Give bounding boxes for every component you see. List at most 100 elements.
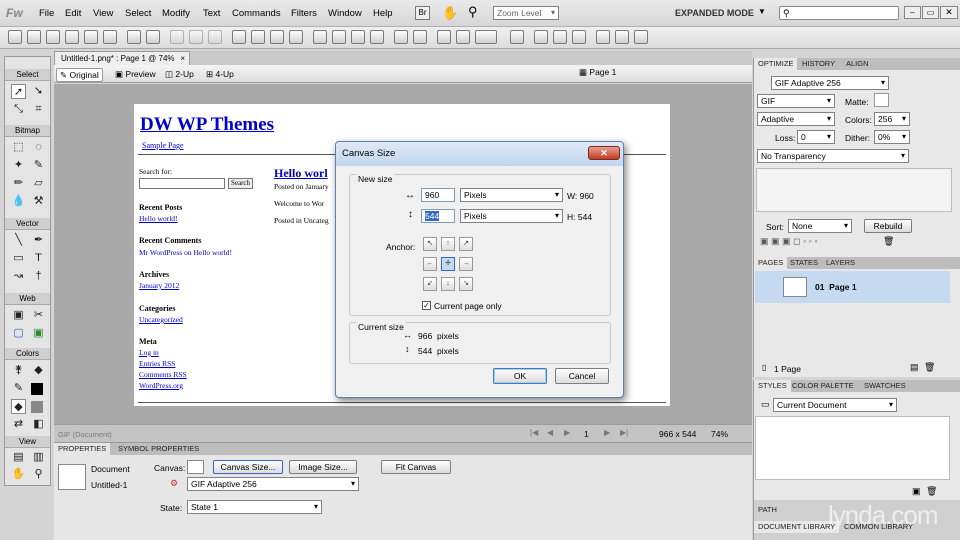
cut-icon[interactable]: [170, 30, 184, 44]
flip-vertical-icon[interactable]: [553, 30, 567, 44]
color-edit-icons[interactable]: ▣ ▣ ▣ ◻ ◦ ◦ ◦: [760, 236, 818, 247]
height-unit-select[interactable]: Pixels: [460, 209, 563, 223]
hand-tool-icon[interactable]: ✋: [11, 467, 26, 482]
rebuild-button[interactable]: Rebuild: [864, 219, 912, 233]
skew-icon[interactable]: [596, 30, 610, 44]
new-file-icon[interactable]: [8, 30, 22, 44]
tab-layers[interactable]: LAYERS: [822, 257, 859, 269]
lasso-icon[interactable]: ◌: [31, 140, 46, 155]
tab-states[interactable]: STATES: [786, 257, 822, 269]
menu-filters[interactable]: Filters: [291, 8, 317, 19]
eraser-icon[interactable]: ▱: [31, 176, 46, 191]
loss-input[interactable]: 0: [797, 130, 835, 144]
distort-icon[interactable]: [615, 30, 629, 44]
close-icon[interactable]: ×: [180, 52, 185, 65]
bridge-icon[interactable]: Br: [415, 6, 430, 20]
colors-select[interactable]: 256: [874, 112, 910, 126]
menu-window[interactable]: Window: [328, 8, 362, 19]
maximize-button[interactable]: ▭: [922, 6, 939, 19]
hotspot-icon[interactable]: ▣: [11, 308, 26, 323]
undo-icon[interactable]: [127, 30, 141, 44]
scale-tool-icon[interactable]: ⤡: [11, 102, 26, 117]
subselect-icon[interactable]: ➘: [31, 84, 46, 99]
fit-canvas-button[interactable]: Fit Canvas: [381, 460, 451, 474]
pointer-icon[interactable]: ➚: [11, 84, 26, 99]
line-icon[interactable]: ╲: [11, 233, 26, 248]
save-icon[interactable]: [27, 30, 41, 44]
search-input[interactable]: ⚲: [779, 6, 899, 20]
split-icon[interactable]: [289, 30, 303, 44]
copy-icon[interactable]: [189, 30, 203, 44]
anchor-center[interactable]: ✛: [441, 257, 455, 271]
send-back-icon[interactable]: [370, 30, 384, 44]
hand-icon[interactable]: ✋: [442, 5, 458, 21]
dialog-close-button[interactable]: ✕: [588, 146, 620, 160]
tab-optimize[interactable]: OPTIMIZE: [754, 58, 798, 70]
rotate-left-icon[interactable]: [437, 30, 451, 44]
zoom-tool-icon[interactable]: ⚲: [31, 467, 46, 482]
tab-align[interactable]: ALIGN: [842, 58, 873, 70]
paint-bucket-icon[interactable]: ◆: [31, 363, 46, 378]
brush-icon[interactable]: ✎: [31, 158, 46, 173]
workspace-mode[interactable]: EXPANDED MODE: [675, 8, 754, 18]
group-icon[interactable]: [232, 30, 246, 44]
ok-button[interactable]: OK: [493, 368, 547, 384]
state-select[interactable]: State 1: [187, 500, 322, 514]
cancel-button[interactable]: Cancel: [555, 368, 609, 384]
menu-modify[interactable]: Modify: [162, 8, 190, 19]
menu-commands[interactable]: Commands: [232, 8, 281, 19]
menu-file[interactable]: File: [39, 8, 54, 19]
standard-screen-icon[interactable]: ▤: [11, 450, 26, 465]
styles-library-select[interactable]: Current Document: [773, 398, 897, 412]
bring-forward-icon[interactable]: [332, 30, 346, 44]
sort-select[interactable]: None: [788, 219, 852, 233]
anchor-bottom-left[interactable]: ↙: [423, 277, 437, 291]
marquee-icon[interactable]: ⬚: [11, 140, 26, 155]
hide-slices-icon[interactable]: ▢: [11, 326, 26, 341]
export-icon[interactable]: [84, 30, 98, 44]
delete-page-icon[interactable]: 🗑: [924, 362, 935, 373]
blur-icon[interactable]: 💧: [11, 194, 26, 209]
width-unit-select[interactable]: Pixels: [460, 188, 563, 202]
height-input[interactable]: 544: [421, 209, 455, 223]
export-format-select[interactable]: GIF: [757, 94, 835, 108]
width-input[interactable]: 960: [421, 188, 455, 202]
optimize-preset-select[interactable]: GIF Adaptive 256: [187, 477, 359, 491]
new-style-icon[interactable]: ▣: [912, 486, 921, 497]
stroke-color-icon[interactable]: ✎: [11, 381, 26, 396]
paste-icon[interactable]: [208, 30, 222, 44]
canvas-color-swatch[interactable]: [187, 460, 204, 474]
align-left-icon[interactable]: [394, 30, 408, 44]
new-page-icon[interactable]: ▤: [910, 362, 919, 373]
pencil-icon[interactable]: ✏: [11, 176, 26, 191]
eyedropper-icon[interactable]: ⚵: [11, 363, 26, 378]
zoom-readout[interactable]: 74%: [711, 429, 728, 439]
pen-icon[interactable]: ✒: [31, 233, 46, 248]
ungroup-icon[interactable]: [251, 30, 265, 44]
distribute-icon[interactable]: [510, 30, 524, 44]
document-tab[interactable]: Untitled-1.png* : Page 1 @ 74% ×: [54, 51, 190, 65]
prev-frame-icon[interactable]: ◀: [547, 428, 553, 437]
tab-path[interactable]: PATH: [754, 504, 781, 516]
tab-color-palette[interactable]: COLOR PALETTE: [788, 380, 858, 392]
canvas-size-button[interactable]: Canvas Size...: [213, 460, 283, 474]
rectangle-icon[interactable]: ▭: [11, 251, 26, 266]
anchor-top-center[interactable]: ↑: [441, 237, 455, 251]
send-backward-icon[interactable]: [351, 30, 365, 44]
knife-icon[interactable]: †: [31, 269, 46, 284]
text-tool-icon[interactable]: T: [31, 251, 46, 266]
tab-pages[interactable]: PAGES: [754, 257, 788, 269]
bring-front-icon[interactable]: [313, 30, 327, 44]
tab-2up[interactable]: ◫ 2-Up: [162, 68, 197, 80]
first-frame-icon[interactable]: |◀: [530, 428, 538, 437]
join-icon[interactable]: [270, 30, 284, 44]
tab-original[interactable]: ✎ Original: [56, 68, 103, 82]
anchor-top-left[interactable]: ↖: [423, 237, 437, 251]
import-icon[interactable]: [65, 30, 79, 44]
next-frame-icon[interactable]: ▶: [604, 428, 610, 437]
palette-select[interactable]: Adaptive: [757, 112, 835, 126]
stroke-swatch[interactable]: [31, 383, 43, 395]
tab-4up[interactable]: ⊞ 4-Up: [203, 68, 237, 80]
chevron-down-icon[interactable]: ▼: [758, 7, 766, 16]
tab-styles[interactable]: STYLES: [754, 380, 791, 392]
